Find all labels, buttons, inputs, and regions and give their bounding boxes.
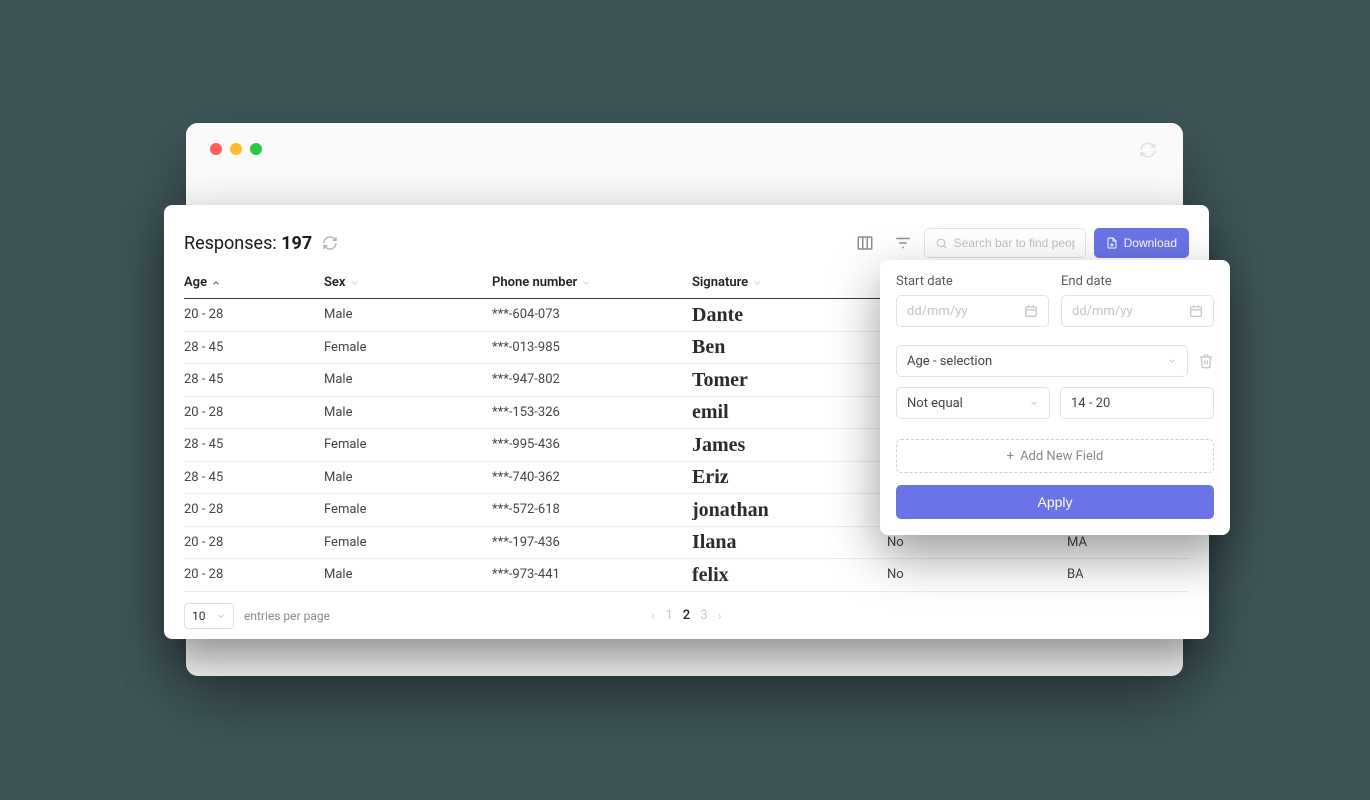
cell-age: 20 - 28 xyxy=(184,535,324,550)
refresh-icon[interactable] xyxy=(322,235,338,251)
search-input[interactable] xyxy=(924,228,1086,258)
cell-sex: Male xyxy=(324,567,492,582)
cell-degree: MA xyxy=(1067,535,1189,550)
filter-popover: Start date dd/mm/yy End date dd/mm/yy Ag… xyxy=(880,260,1230,535)
cell-sex: Female xyxy=(324,535,492,550)
per-page-select[interactable]: 10 xyxy=(184,603,234,629)
cell-signature: Eriz xyxy=(692,467,887,487)
filter-value-input[interactable]: 14 - 20 xyxy=(1060,387,1214,419)
next-page-icon[interactable]: › xyxy=(718,608,722,624)
cell-sex: Male xyxy=(324,405,492,420)
cell-age: 28 - 45 xyxy=(184,470,324,485)
per-page-label: entries per page xyxy=(244,609,330,623)
minimize-dot-icon[interactable] xyxy=(230,143,242,155)
cell-signature: James xyxy=(692,435,887,455)
end-date-label: End date xyxy=(1061,274,1214,289)
chevron-down-icon xyxy=(216,611,226,621)
download-icon xyxy=(1106,237,1118,249)
page-3[interactable]: 3 xyxy=(700,608,707,623)
start-date-label: Start date xyxy=(896,274,1049,289)
cell-age: 20 - 28 xyxy=(184,567,324,582)
cell-sex: Female xyxy=(324,340,492,355)
cell-phone: ***-740-362 xyxy=(492,470,692,485)
cell-signature: emil xyxy=(692,402,887,422)
cell-sex: Male xyxy=(324,470,492,485)
cell-age: 20 - 28 xyxy=(184,307,324,322)
chevron-down-icon xyxy=(350,278,360,288)
window-controls xyxy=(210,143,262,155)
cell-signature: Tomer xyxy=(692,370,887,390)
titlebar xyxy=(186,123,1183,175)
end-date-input[interactable]: dd/mm/yy xyxy=(1061,295,1214,327)
apply-button[interactable]: Apply xyxy=(896,485,1214,519)
cell-sex: Male xyxy=(324,307,492,322)
cell-phone: ***-604-073 xyxy=(492,307,692,322)
page-1[interactable]: 1 xyxy=(665,608,672,623)
cell-degree: BA xyxy=(1067,567,1189,582)
column-header-signature[interactable]: Signature xyxy=(692,275,887,290)
page-2[interactable]: 2 xyxy=(683,608,690,623)
cell-phone: ***-973-441 xyxy=(492,567,692,582)
calendar-icon xyxy=(1024,304,1038,318)
cell-signature: Ben xyxy=(692,337,887,357)
column-header-phone[interactable]: Phone number xyxy=(492,275,692,290)
cell-sex: Male xyxy=(324,372,492,387)
chevron-down-icon xyxy=(1029,398,1039,408)
search-field[interactable] xyxy=(954,236,1075,250)
close-dot-icon[interactable] xyxy=(210,143,222,155)
cell-phone: ***-572-618 xyxy=(492,502,692,517)
download-button[interactable]: Download xyxy=(1094,228,1189,258)
chevron-down-icon xyxy=(581,278,591,288)
responses-title: Responses: 197 xyxy=(184,233,312,254)
pagination: ‹ 1 2 3 › xyxy=(651,608,721,624)
sort-asc-icon xyxy=(211,278,221,288)
cell-phone: ***-995-436 xyxy=(492,437,692,452)
panel-header: Responses: 197 Download xyxy=(184,225,1189,261)
start-date-input[interactable]: dd/mm/yy xyxy=(896,295,1049,327)
table-row[interactable]: 20 - 28Male***-973-441felixNoBA xyxy=(184,559,1189,592)
cell-phone: ***-153-326 xyxy=(492,405,692,420)
cell-sex: Female xyxy=(324,437,492,452)
titlebar-refresh-icon[interactable] xyxy=(1139,141,1157,159)
cell-kids: No xyxy=(887,567,1067,582)
column-header-age[interactable]: Age xyxy=(184,275,324,290)
add-new-field-button[interactable]: + Add New Field xyxy=(896,439,1214,473)
cell-kids: No xyxy=(887,535,1067,550)
cell-age: 28 - 45 xyxy=(184,437,324,452)
cell-signature: Ilana xyxy=(692,532,887,552)
cell-age: 20 - 28 xyxy=(184,405,324,420)
cell-signature: jonathan xyxy=(692,500,887,520)
chevron-down-icon xyxy=(1167,356,1177,366)
cell-signature: felix xyxy=(692,565,887,585)
delete-filter-icon[interactable] xyxy=(1198,353,1214,369)
cell-phone: ***-197-436 xyxy=(492,535,692,550)
column-header-sex[interactable]: Sex xyxy=(324,275,492,290)
cell-age: 20 - 28 xyxy=(184,502,324,517)
chevron-down-icon xyxy=(752,278,762,288)
cell-signature: Dante xyxy=(692,305,887,325)
plus-icon: + xyxy=(1007,449,1014,464)
columns-icon[interactable] xyxy=(848,226,882,260)
cell-age: 28 - 45 xyxy=(184,372,324,387)
filter-field-select[interactable]: Age - selection xyxy=(896,345,1188,377)
filter-operator-select[interactable]: Not equal xyxy=(896,387,1050,419)
calendar-icon xyxy=(1189,304,1203,318)
cell-age: 28 - 45 xyxy=(184,340,324,355)
filter-icon[interactable] xyxy=(886,226,920,260)
cell-phone: ***-013-985 xyxy=(492,340,692,355)
maximize-dot-icon[interactable] xyxy=(250,143,262,155)
table-footer: 10 entries per page ‹ 1 2 3 › xyxy=(184,592,1189,640)
cell-sex: Female xyxy=(324,502,492,517)
cell-phone: ***-947-802 xyxy=(492,372,692,387)
prev-page-icon[interactable]: ‹ xyxy=(651,608,655,624)
